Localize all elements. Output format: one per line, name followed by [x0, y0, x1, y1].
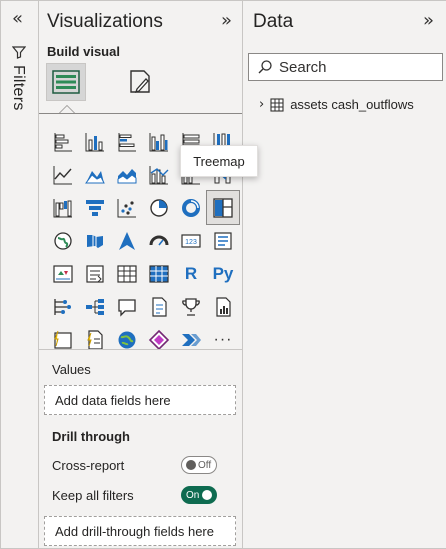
- decomposition-tree-icon[interactable]: [79, 290, 111, 323]
- power-bi-panes: « Filters Visualizations » Build visual: [0, 0, 446, 549]
- multi-row-card-icon[interactable]: [207, 224, 239, 257]
- toggle-knob: [202, 490, 213, 500]
- area-chart-icon[interactable]: [79, 158, 111, 191]
- filters-pane[interactable]: « Filters: [1, 1, 39, 548]
- build-divider: [39, 113, 242, 114]
- build-visual-button[interactable]: [46, 63, 86, 101]
- table-icon[interactable]: [111, 257, 143, 290]
- card-icon[interactable]: 123: [175, 224, 207, 257]
- collapse-visualizations-icon[interactable]: »: [221, 12, 232, 30]
- drill-through-heading: Drill through: [52, 429, 130, 444]
- fields-divider: [39, 349, 242, 350]
- stacked-bar-chart-icon[interactable]: [47, 125, 79, 158]
- stacked-area-chart-icon[interactable]: [111, 158, 143, 191]
- smart-narrative-icon[interactable]: [143, 290, 175, 323]
- metrics-icon[interactable]: [47, 323, 79, 356]
- keep-all-filters-label: Keep all filters: [52, 488, 134, 503]
- table-tree-item[interactable]: › assets cash_outflows: [259, 97, 414, 112]
- python-script-icon[interactable]: Py: [207, 257, 239, 290]
- trophy-icon[interactable]: [175, 290, 207, 323]
- chevron-right-icon[interactable]: ›: [259, 97, 264, 112]
- donut-chart-icon[interactable]: [175, 191, 207, 224]
- build-selected-caret: [59, 105, 75, 113]
- clustered-bar-chart-icon[interactable]: [111, 125, 143, 158]
- slicer-icon[interactable]: [79, 257, 111, 290]
- power-automate-icon[interactable]: [79, 323, 111, 356]
- build-visual-label: Build visual: [47, 44, 120, 59]
- table-name: assets cash_outflows: [290, 97, 414, 112]
- cross-report-toggle[interactable]: Off: [181, 456, 217, 474]
- treemap-tooltip: Treemap: [180, 145, 258, 177]
- matrix-icon[interactable]: [143, 257, 175, 290]
- keep-all-filters-toggle[interactable]: On: [181, 486, 217, 504]
- data-pane: Data » Search › assets cash_outflows: [243, 1, 446, 548]
- map-globe-icon[interactable]: [47, 224, 79, 257]
- gauge-icon[interactable]: [143, 224, 175, 257]
- funnel-chart-icon[interactable]: [79, 191, 111, 224]
- power-apps-icon[interactable]: [143, 323, 175, 356]
- search-icon: [258, 60, 272, 74]
- stacked-column-chart-icon[interactable]: [79, 125, 111, 158]
- pie-chart-icon[interactable]: [143, 191, 175, 224]
- collapse-data-icon[interactable]: »: [423, 12, 434, 30]
- search-placeholder: Search: [279, 58, 327, 76]
- format-visual-button[interactable]: [120, 63, 160, 101]
- qna-icon[interactable]: [111, 290, 143, 323]
- paginated-report-icon[interactable]: [207, 290, 239, 323]
- cross-report-label: Cross-report: [52, 458, 125, 473]
- funnel-icon: [12, 46, 26, 59]
- format-paintbrush-icon: [130, 70, 150, 94]
- toggle-knob: [186, 460, 196, 470]
- build-visual-icon: [52, 70, 80, 94]
- key-influencers-icon[interactable]: [47, 290, 79, 323]
- visualizations-pane: Visualizations » Build visual 123 R Py ·…: [39, 1, 243, 548]
- line-chart-icon[interactable]: [47, 158, 79, 191]
- data-title: Data: [253, 11, 294, 32]
- treemap-icon[interactable]: [206, 190, 240, 225]
- drill-through-drop-well[interactable]: Add drill-through fields here: [44, 516, 236, 546]
- visualizations-title: Visualizations: [47, 11, 163, 32]
- azure-map-icon[interactable]: [111, 224, 143, 257]
- more-visuals-icon[interactable]: ···: [207, 323, 239, 356]
- scatter-chart-icon[interactable]: [111, 191, 143, 224]
- power-automate-flow-icon[interactable]: [175, 323, 207, 356]
- expand-filters-icon[interactable]: «: [12, 10, 23, 28]
- values-label: Values: [52, 362, 91, 377]
- r-script-icon[interactable]: R: [175, 257, 207, 290]
- filters-label: Filters: [10, 65, 27, 111]
- values-drop-well[interactable]: Add data fields here: [44, 385, 236, 415]
- arcgis-map-icon[interactable]: [111, 323, 143, 356]
- waterfall-chart-icon[interactable]: [47, 191, 79, 224]
- clustered-column-chart-icon[interactable]: [143, 125, 175, 158]
- line-and-column-chart-icon[interactable]: [143, 158, 175, 191]
- svg-text:123: 123: [185, 239, 197, 246]
- filled-map-icon[interactable]: [79, 224, 111, 257]
- kpi-icon[interactable]: [47, 257, 79, 290]
- table-icon: [270, 97, 284, 112]
- search-input[interactable]: Search: [248, 53, 443, 81]
